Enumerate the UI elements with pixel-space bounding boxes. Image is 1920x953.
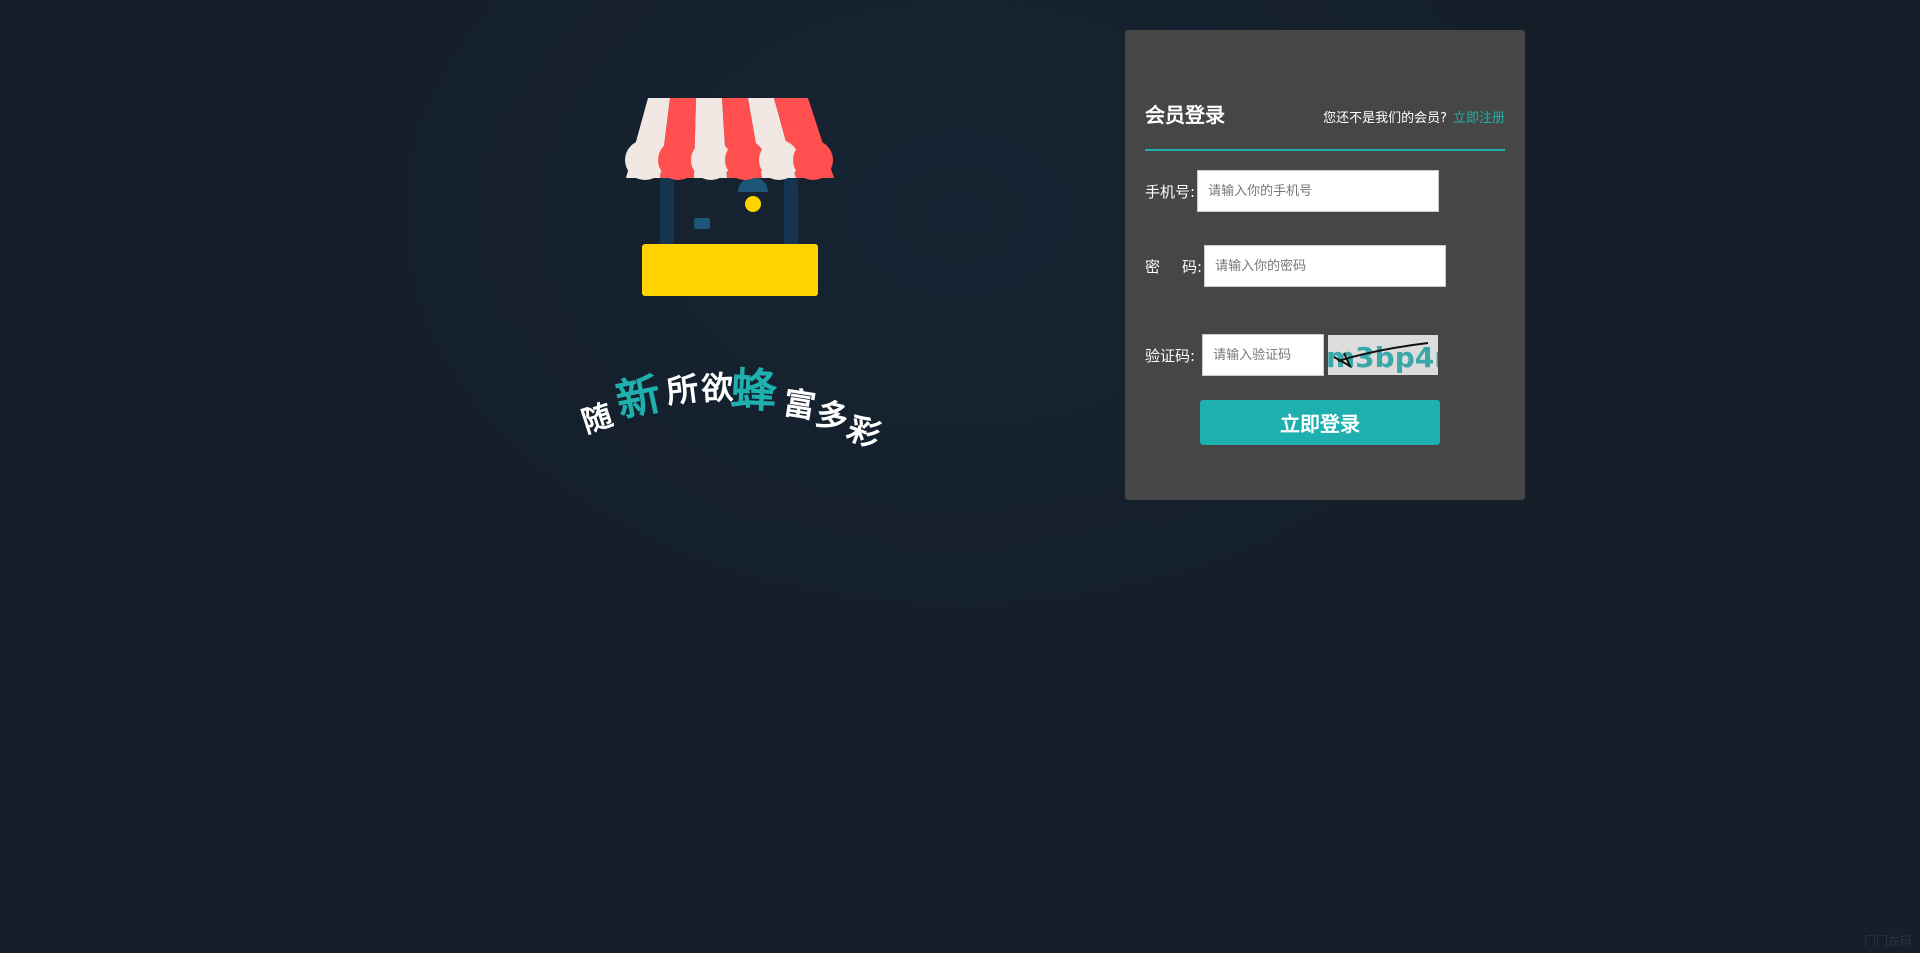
corner-watermark: 门门左码 (1863, 934, 1912, 948)
slogan-char: 随 (578, 398, 617, 441)
phone-row: 手机号: (1145, 170, 1440, 212)
register-prompt-text: 您还不是我们的会员? (1323, 111, 1447, 126)
login-panel: 会员登录 您还不是我们的会员? 立即注册 手机号: 密 码: 验证码: m3bp4m (1125, 30, 1525, 500)
captcha-image[interactable]: m3bp4m (1328, 335, 1439, 375)
captcha-label: 验证码: (1145, 346, 1196, 365)
slogan-char: 蜂 (729, 362, 779, 418)
password-label-first: 密 (1145, 257, 1161, 276)
slogan-char: 富 (781, 383, 819, 426)
password-label: 密 码: (1145, 256, 1202, 277)
register-prompt: 您还不是我们的会员? 立即注册 (1323, 112, 1505, 125)
login-header: 会员登录 您还不是我们的会员? 立即注册 (1145, 75, 1505, 151)
password-label-rest: 码: (1182, 257, 1203, 276)
password-input[interactable] (1204, 245, 1447, 287)
phone-input[interactable] (1197, 170, 1440, 212)
login-page: 随 新 所 欲 蜂 富 多 彩 会员登录 您还不是我们的会员? 立即注册 手机号:… (0, 0, 1920, 953)
login-title: 会员登录 (1145, 103, 1225, 127)
shop-awning-icon (625, 98, 834, 296)
login-button[interactable]: 立即登录 (1200, 400, 1440, 445)
password-row: 密 码: (1145, 245, 1447, 287)
captcha-row: 验证码: m3bp4m (1145, 334, 1439, 376)
slogan-char: 所 (664, 369, 700, 411)
register-link[interactable]: 立即注册 (1453, 111, 1505, 126)
slogan-char: 新 (612, 369, 666, 428)
slogan: 随 新 所 欲 蜂 富 多 彩 (578, 362, 886, 455)
slogan-char: 欲 (699, 368, 734, 408)
phone-label: 手机号: (1145, 182, 1196, 201)
captcha-text: m3bp4m (1328, 341, 1438, 374)
captcha-input[interactable] (1202, 334, 1325, 376)
